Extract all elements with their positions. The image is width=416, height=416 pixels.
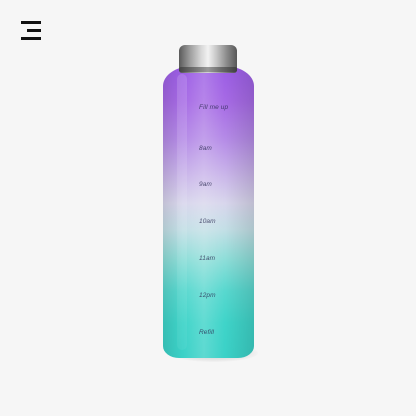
bottle-marker-9am: 9am [199,181,212,188]
menu-lines-logo-icon [21,21,41,40]
product-image-stage: Fill me up 8am 9am 10am 11am 12pm Refill [0,0,416,416]
bottle-marker-12pm: 12pm [199,292,216,299]
bottle-marker-10am: 10am [199,218,216,225]
bottle-cap-rim [179,67,237,72]
bottle-marker-refill: Refill [199,329,215,336]
bottle-marker-11am: 11am [199,255,216,262]
bottle-time-markers: Fill me up 8am 9am 10am 11am 12pm Refill [196,104,236,344]
bottle-marker-fill-me-up: Fill me up [199,104,229,111]
bottle-marker-8am: 8am [199,145,212,152]
